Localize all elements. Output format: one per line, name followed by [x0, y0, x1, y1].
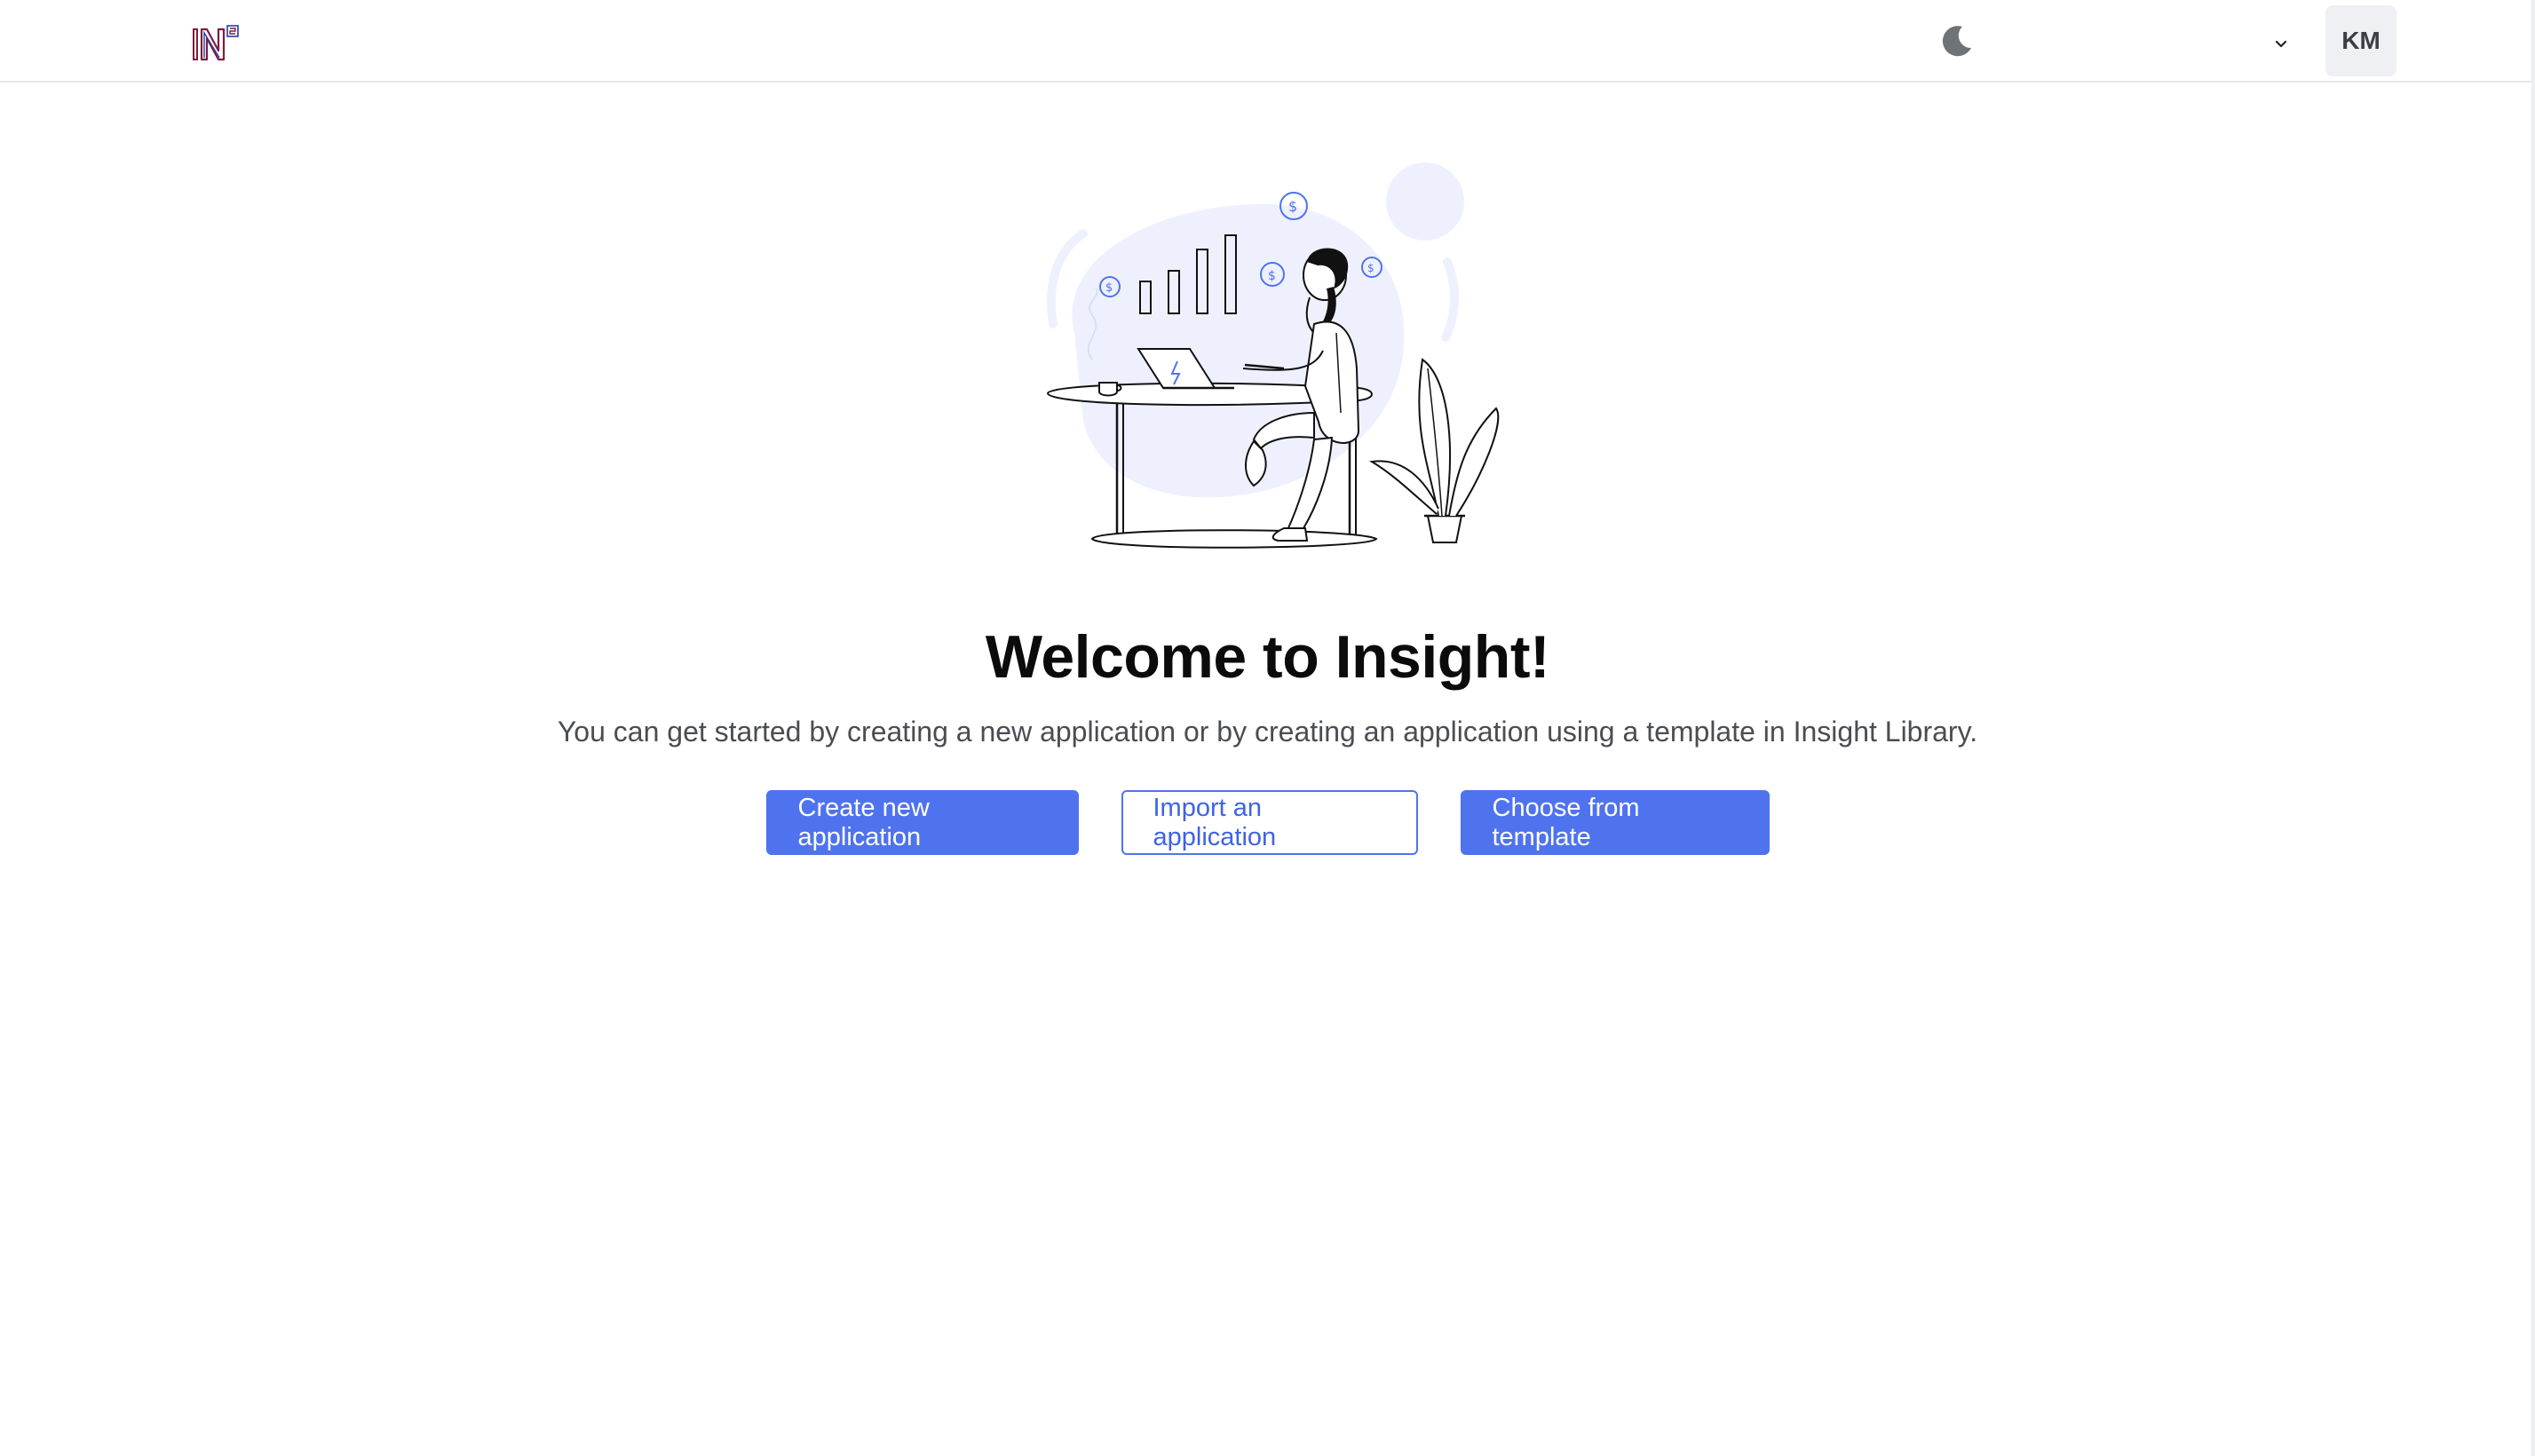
svg-text:$: $ [1105, 281, 1113, 295]
page-subtitle: You can get started by creating a new ap… [557, 716, 1978, 748]
top-navbar: KM [0, 0, 2535, 83]
action-buttons: Create new application Import an applica… [0, 790, 2535, 855]
svg-text:$: $ [1268, 269, 1276, 283]
moon-icon [1938, 22, 1976, 64]
person-at-desk-illustration: $ $ $ $ [1021, 155, 1518, 564]
insight-logo-icon[interactable] [192, 24, 242, 61]
user-avatar[interactable]: KM [2325, 5, 2396, 76]
workspace-select[interactable] [1998, 27, 2291, 62]
chevron-down-icon [2271, 35, 2291, 54]
svg-text:$: $ [1288, 198, 1297, 215]
create-new-application-button[interactable]: Create new application [765, 790, 1079, 855]
page-title: Welcome to Insight! [985, 623, 1550, 691]
choose-from-template-button[interactable]: Choose from template [1460, 790, 1770, 855]
svg-text:$: $ [1367, 262, 1374, 274]
import-application-button[interactable]: Import an application [1121, 790, 1418, 855]
theme-toggle-button[interactable] [1936, 21, 1978, 64]
